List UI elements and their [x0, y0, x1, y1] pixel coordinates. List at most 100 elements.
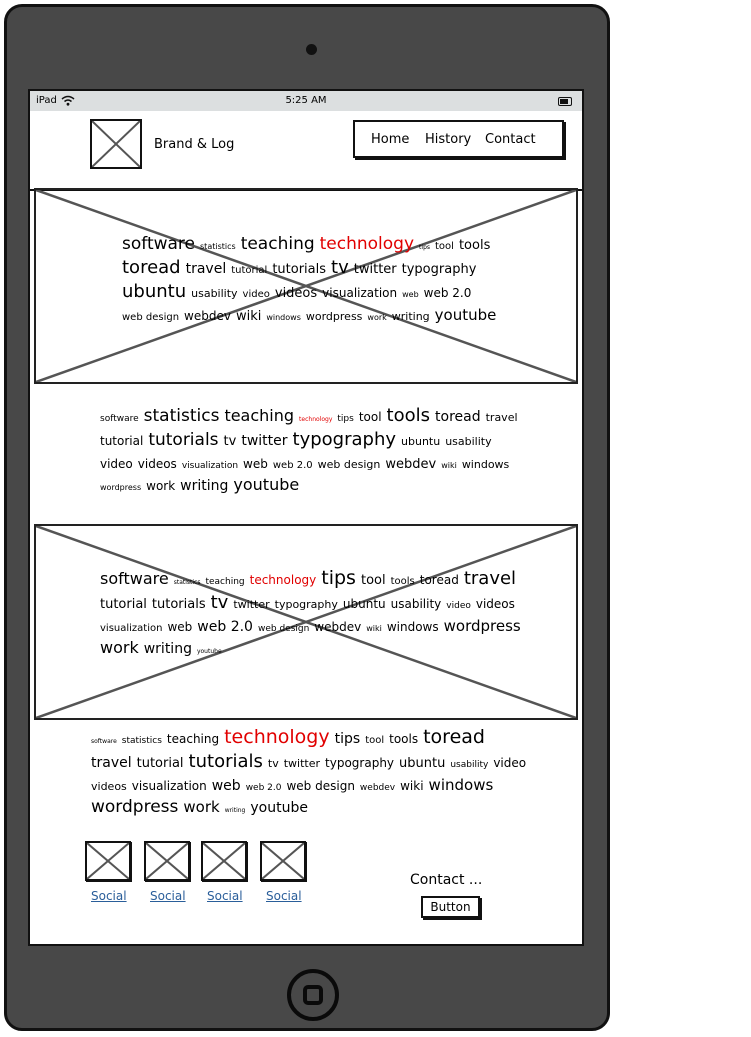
- tag-cloud-word[interactable]: usability: [450, 761, 488, 770]
- tag-cloud-word[interactable]: web 2.0: [273, 461, 313, 471]
- tag-cloud-word[interactable]: writing: [144, 642, 192, 656]
- social-link-1[interactable]: Social: [91, 889, 127, 903]
- tag-cloud-word[interactable]: statistics: [144, 408, 220, 425]
- tag-cloud-word[interactable]: video: [493, 757, 526, 769]
- tag-cloud-word[interactable]: typography: [325, 757, 394, 769]
- tag-cloud-word[interactable]: web 2.0: [197, 620, 253, 634]
- tag-cloud-word[interactable]: web design: [122, 313, 179, 323]
- tag-cloud-word[interactable]: writing: [225, 808, 246, 814]
- tag-cloud-word[interactable]: software: [91, 739, 117, 745]
- tag-cloud-word[interactable]: tutorials: [272, 263, 326, 276]
- social-link-3[interactable]: Social: [207, 889, 243, 903]
- tag-cloud-word[interactable]: tips: [321, 569, 356, 588]
- tag-cloud-word[interactable]: teaching: [241, 236, 315, 253]
- tag-cloud-word[interactable]: tool: [359, 411, 382, 423]
- tag-cloud-word[interactable]: wiki: [366, 625, 382, 633]
- tag-cloud-word[interactable]: youtube: [250, 801, 308, 815]
- tag-cloud-word[interactable]: toread: [122, 259, 181, 277]
- tag-cloud-word[interactable]: visualization: [182, 462, 238, 471]
- tag-cloud-word[interactable]: web design: [286, 780, 354, 792]
- tag-cloud-word[interactable]: work: [146, 480, 175, 492]
- social-link-4[interactable]: Social: [266, 889, 302, 903]
- contact-button[interactable]: Button: [421, 896, 480, 918]
- social-link-2[interactable]: Social: [150, 889, 186, 903]
- tag-cloud-word[interactable]: tips: [335, 732, 361, 746]
- tag-cloud-word[interactable]: teaching: [205, 578, 244, 587]
- tag-cloud-word[interactable]: webdev: [184, 310, 231, 322]
- tag-cloud-word[interactable]: tutorial: [100, 598, 147, 611]
- tag-cloud-word[interactable]: youtube: [233, 477, 299, 493]
- tag-cloud-word[interactable]: wordpress: [91, 799, 178, 816]
- tag-cloud-word[interactable]: work: [100, 640, 139, 656]
- tag-cloud-word[interactable]: tv: [331, 259, 349, 277]
- tag-cloud-word[interactable]: twitter: [284, 758, 320, 769]
- tag-cloud-word[interactable]: writing: [180, 479, 228, 493]
- tag-cloud-word[interactable]: video: [243, 290, 270, 300]
- tag-cloud-word[interactable]: tutorial: [100, 435, 143, 447]
- tag-cloud-word[interactable]: usability: [391, 598, 442, 610]
- tag-cloud-word[interactable]: travel: [186, 262, 227, 276]
- tag-cloud-word[interactable]: tool: [361, 574, 386, 587]
- tag-cloud-word[interactable]: teaching: [224, 408, 294, 424]
- tag-cloud-word[interactable]: technology: [320, 236, 414, 253]
- tag-cloud-word[interactable]: toread: [435, 410, 481, 424]
- tag-cloud-word[interactable]: tools: [387, 407, 430, 425]
- tag-cloud-word[interactable]: tv: [211, 594, 229, 612]
- tag-cloud-word[interactable]: technology: [224, 728, 330, 747]
- tag-cloud-word[interactable]: tutorials: [152, 598, 206, 611]
- tag-cloud-word[interactable]: wordpress: [306, 311, 363, 322]
- tag-cloud-word[interactable]: videos: [138, 458, 177, 470]
- tag-cloud-word[interactable]: visualization: [322, 287, 397, 299]
- tag-cloud-word[interactable]: tips: [419, 245, 430, 251]
- tag-cloud-word[interactable]: webdev: [314, 621, 361, 633]
- tag-cloud-word[interactable]: work: [183, 800, 219, 815]
- tag-cloud-word[interactable]: wiki: [400, 780, 423, 792]
- tag-cloud-word[interactable]: teaching: [167, 733, 219, 745]
- tag-cloud-word[interactable]: technology: [250, 574, 317, 586]
- tag-cloud-word[interactable]: twitter: [241, 434, 287, 448]
- tag-cloud-word[interactable]: tools: [459, 239, 490, 252]
- tag-cloud-word[interactable]: software: [100, 415, 139, 424]
- tag-cloud-word[interactable]: twitter: [233, 599, 269, 610]
- tag-cloud-word[interactable]: tutorials: [189, 753, 263, 771]
- tag-cloud-word[interactable]: usability: [445, 436, 491, 447]
- nav-history-link[interactable]: History: [425, 132, 471, 147]
- tag-cloud-word[interactable]: ubuntu: [122, 283, 186, 301]
- tag-cloud-word[interactable]: wordpress: [100, 484, 141, 492]
- tag-cloud-word[interactable]: usability: [191, 288, 237, 299]
- tag-cloud-word[interactable]: videos: [275, 287, 317, 300]
- tag-cloud-word[interactable]: tool: [365, 736, 384, 746]
- tag-cloud-word[interactable]: web 2.0: [246, 784, 282, 793]
- tag-cloud-word[interactable]: travel: [91, 756, 132, 770]
- tag-cloud-word[interactable]: travel: [464, 570, 516, 588]
- tag-cloud-word[interactable]: ubuntu: [399, 757, 445, 770]
- tag-cloud-word[interactable]: youtube: [197, 649, 222, 655]
- tag-cloud-word[interactable]: twitter: [354, 263, 397, 276]
- tag-cloud-word[interactable]: video: [100, 458, 133, 470]
- tag-cloud-word[interactable]: web design: [258, 625, 309, 634]
- tag-cloud-word[interactable]: tips: [337, 415, 353, 424]
- tag-cloud-word[interactable]: video: [446, 602, 471, 611]
- tag-cloud-word[interactable]: typography: [293, 431, 397, 449]
- tag-cloud-word[interactable]: typography: [275, 599, 338, 610]
- nav-contact-link[interactable]: Contact: [485, 132, 536, 147]
- tag-cloud-word[interactable]: software: [100, 571, 169, 587]
- tag-cloud-word[interactable]: ubuntu: [401, 436, 440, 447]
- tag-cloud-word[interactable]: windows: [266, 314, 301, 322]
- tag-cloud-word[interactable]: work: [367, 314, 386, 322]
- tag-cloud-word[interactable]: videos: [476, 598, 515, 610]
- tag-cloud-word[interactable]: windows: [462, 459, 509, 470]
- tag-cloud-word[interactable]: webdev: [385, 458, 436, 471]
- tag-cloud-word[interactable]: tutorials: [148, 432, 218, 449]
- tag-cloud-word[interactable]: web: [243, 458, 268, 470]
- tag-cloud-word[interactable]: videos: [91, 781, 127, 792]
- tag-cloud-word[interactable]: wordpress: [444, 619, 521, 634]
- tag-cloud-word[interactable]: wiki: [441, 462, 457, 470]
- tag-cloud-word[interactable]: tools: [389, 733, 418, 745]
- tag-cloud-word[interactable]: tutorial: [137, 757, 184, 770]
- tag-cloud-word[interactable]: tutorial: [231, 266, 267, 276]
- tag-cloud-word[interactable]: statistics: [174, 580, 201, 586]
- tag-cloud-word[interactable]: web: [212, 779, 241, 793]
- tag-cloud-word[interactable]: wiki: [236, 310, 261, 323]
- home-button-icon[interactable]: [287, 969, 339, 1021]
